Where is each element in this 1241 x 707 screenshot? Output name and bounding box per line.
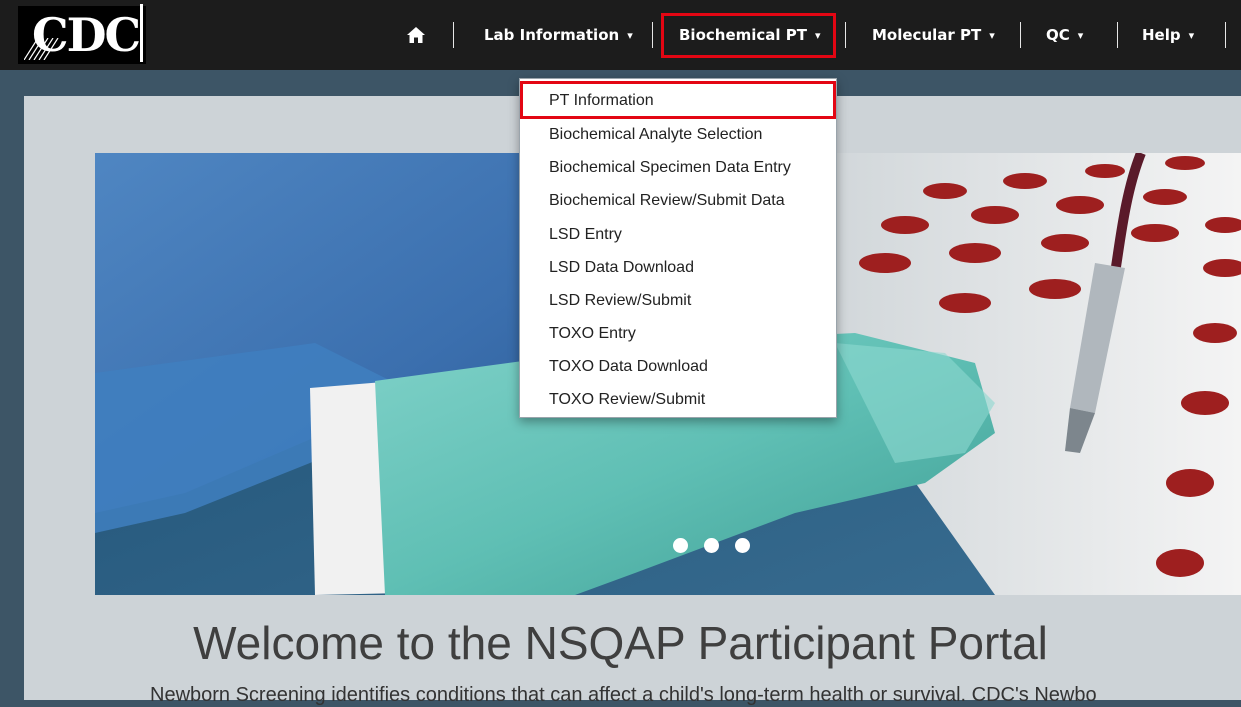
top-navbar: CDC Lab Information ▾ Biochemical PT ▾ M…	[0, 0, 1241, 70]
nav-qc[interactable]: QC ▾	[1046, 0, 1083, 70]
caret-down-icon: ▾	[1077, 28, 1084, 42]
menu-item-lsd-review-submit[interactable]: LSD Review/Submit	[549, 288, 691, 314]
nav-separator	[652, 22, 653, 48]
logo-divider	[140, 4, 143, 62]
logo-stripes-icon	[24, 38, 59, 60]
nav-separator	[1225, 22, 1226, 48]
cdc-logo[interactable]: CDC	[18, 6, 146, 64]
menu-item-biochemical-analyte-selection[interactable]: Biochemical Analyte Selection	[549, 122, 762, 148]
carousel-dot[interactable]	[673, 538, 688, 553]
welcome-description: Newborn Screening identifies conditions …	[150, 684, 1097, 706]
carousel-dot[interactable]	[704, 538, 719, 553]
menu-item-toxo-data-download[interactable]: TOXO Data Download	[549, 354, 708, 380]
menu-item-pt-information[interactable]: PT Information	[549, 88, 654, 114]
nav-label: Molecular PT	[872, 26, 982, 44]
nav-separator	[1020, 22, 1021, 48]
nav-separator	[453, 22, 454, 48]
carousel-indicators	[673, 538, 750, 553]
nav-lab-information[interactable]: Lab Information ▾	[484, 0, 633, 70]
nav-separator	[845, 22, 846, 48]
nav-help[interactable]: Help ▾	[1142, 0, 1194, 70]
nav-highlight-box	[661, 13, 836, 58]
menu-item-lsd-data-download[interactable]: LSD Data Download	[549, 255, 694, 281]
nav-label: Help	[1142, 26, 1181, 44]
home-icon	[407, 27, 425, 43]
nav-label: QC	[1046, 26, 1070, 44]
biochemical-pt-dropdown-menu: PT Information Biochemical Analyte Selec…	[519, 78, 837, 418]
menu-item-lsd-entry[interactable]: LSD Entry	[549, 222, 622, 248]
menu-item-toxo-entry[interactable]: TOXO Entry	[549, 321, 636, 347]
carousel-dot[interactable]	[735, 538, 750, 553]
caret-down-icon: ▾	[627, 28, 633, 42]
nav-separator	[1117, 22, 1118, 48]
menu-item-biochemical-specimen-data-entry[interactable]: Biochemical Specimen Data Entry	[549, 155, 791, 181]
caret-down-icon: ▾	[1188, 28, 1195, 42]
menu-item-toxo-review-submit[interactable]: TOXO Review/Submit	[549, 387, 705, 413]
nav-label: Lab Information	[484, 26, 620, 44]
caret-down-icon: ▾	[989, 28, 995, 42]
home-nav-link[interactable]	[407, 0, 425, 70]
nav-molecular-pt[interactable]: Molecular PT ▾	[872, 0, 995, 70]
menu-item-biochemical-review-submit-data[interactable]: Biochemical Review/Submit Data	[549, 188, 785, 214]
welcome-heading: Welcome to the NSQAP Participant Portal	[193, 617, 1048, 669]
